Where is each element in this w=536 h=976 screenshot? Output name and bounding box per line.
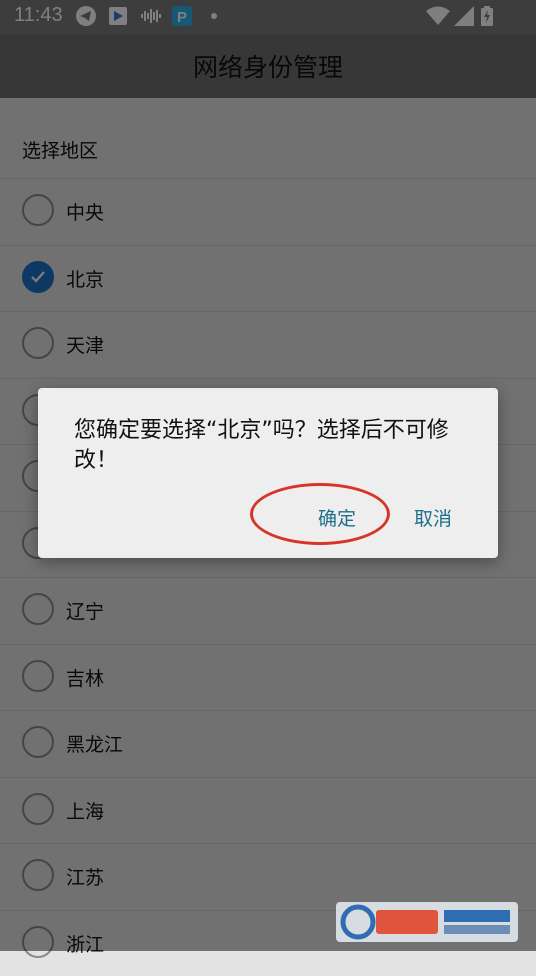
cancel-button[interactable]: 取消 bbox=[414, 504, 452, 531]
confirm-button[interactable]: 确定 bbox=[318, 504, 356, 531]
confirm-dialog: 您确定要选择“北京”吗？选择后不可修改！ 确定 取消 bbox=[38, 388, 498, 558]
dialog-message: 您确定要选择“北京”吗？选择后不可修改！ bbox=[74, 418, 449, 473]
watermark-logo bbox=[336, 902, 518, 942]
